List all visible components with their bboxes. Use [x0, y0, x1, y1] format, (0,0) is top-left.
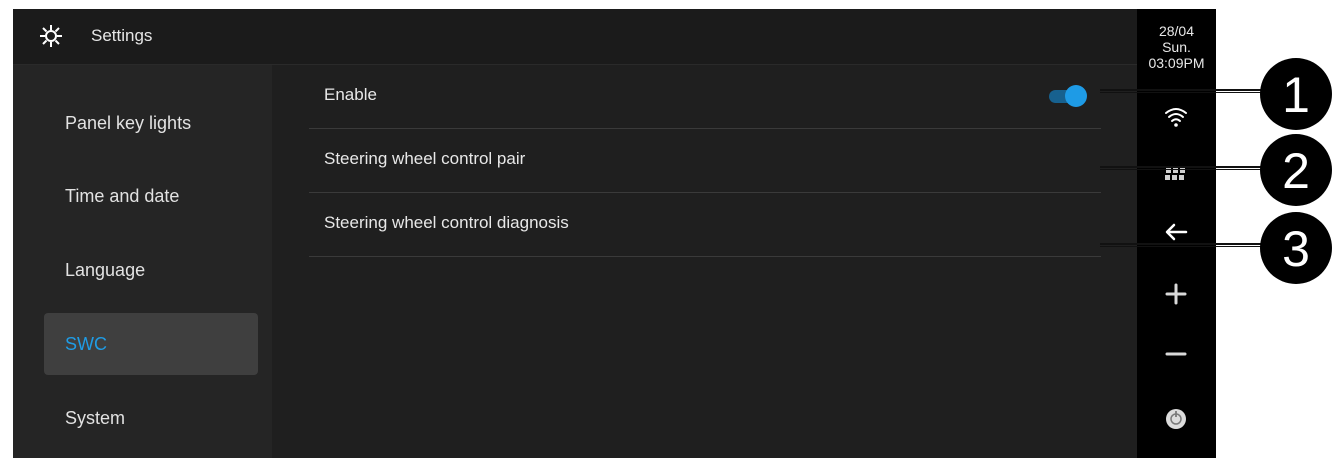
steering-wheel-control-pair-label: Steering wheel control pair	[324, 149, 526, 168]
sidebar: Panel key lights Time and date Language …	[13, 65, 272, 458]
callout-1: 1	[1260, 58, 1332, 130]
day-text: Sun.	[1162, 39, 1191, 55]
date-text: 28/04	[1158, 23, 1195, 39]
toggle-knob	[1065, 85, 1087, 107]
right-rail: 28/04 Sun. 03:09PM	[1137, 9, 1216, 458]
sidebar-item-label: SWC	[65, 334, 107, 354]
steering-wheel-control-pair-row[interactable]: Steering wheel control pair	[309, 129, 1101, 193]
sidebar-item-language[interactable]: Language	[44, 239, 258, 301]
settings-screen: Settings Panel key lights Time and date …	[13, 9, 1137, 458]
callout-line-3	[1100, 243, 1280, 247]
steering-wheel-control-diagnosis-label: Steering wheel control diagnosis	[324, 213, 569, 232]
clock: 28/04 Sun. 03:09PM	[1137, 23, 1216, 71]
time-text: 03:09PM	[1148, 55, 1205, 71]
callout-line-2	[1100, 166, 1280, 170]
callout-line-1	[1100, 89, 1280, 93]
sidebar-item-label: Panel key lights	[65, 113, 192, 133]
sidebar-item-system[interactable]: System	[44, 387, 258, 449]
sidebar-item-swc[interactable]: SWC	[44, 313, 258, 375]
header-bar: Settings	[13, 9, 1137, 65]
sidebar-item-panel-key-lights[interactable]: Panel key lights	[44, 92, 258, 154]
sidebar-item-label: Language	[65, 260, 146, 280]
gear-icon	[40, 25, 62, 47]
enable-row[interactable]: Enable	[309, 65, 1101, 129]
sidebar-item-label: Time and date	[65, 186, 180, 206]
enable-toggle[interactable]	[1047, 85, 1087, 107]
sidebar-item-time-and-date[interactable]: Time and date	[44, 165, 258, 227]
callout-2: 2	[1260, 134, 1332, 206]
sidebar-item-label: System	[65, 408, 126, 428]
steering-wheel-control-diagnosis-row[interactable]: Steering wheel control diagnosis	[309, 193, 1101, 257]
power-icon[interactable]	[1160, 403, 1192, 435]
enable-label: Enable	[324, 85, 377, 104]
page-title: Settings	[91, 26, 153, 45]
wifi-icon	[1165, 108, 1187, 127]
apps-icon[interactable]	[1160, 159, 1192, 191]
callout-3: 3	[1260, 212, 1332, 284]
volume-down-icon[interactable]	[1160, 338, 1192, 370]
volume-up-icon[interactable]	[1160, 278, 1192, 310]
swc-settings-panel: Enable Steering wheel control pair Steer…	[272, 65, 1137, 458]
